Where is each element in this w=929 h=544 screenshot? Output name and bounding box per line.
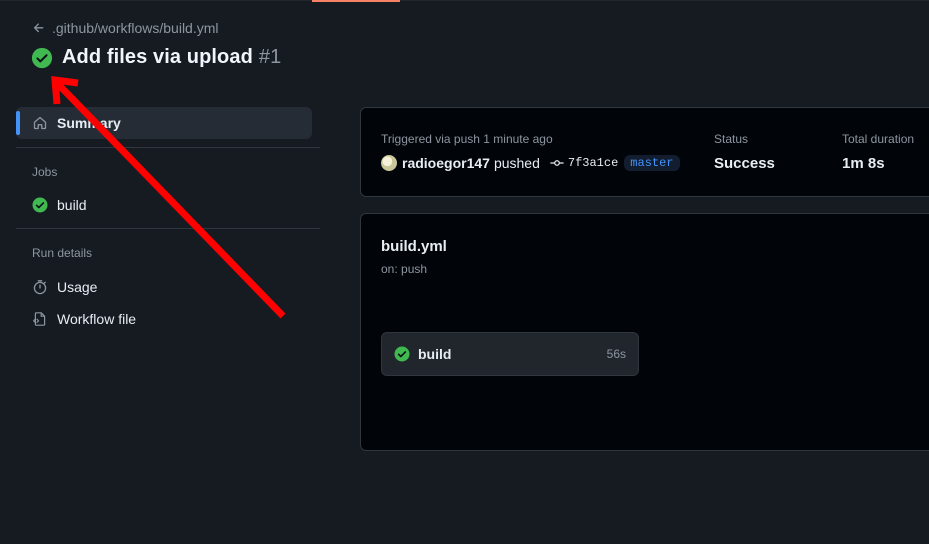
active-tab-underline bbox=[312, 0, 400, 2]
success-check-icon bbox=[31, 47, 53, 68]
trigger-text: Triggered via push 1 minute ago bbox=[381, 132, 553, 146]
sidebar-divider bbox=[16, 228, 320, 229]
git-commit-icon bbox=[550, 160, 564, 166]
sidebar-item-usage[interactable]: Usage bbox=[16, 278, 320, 296]
run-title: Add files via upload bbox=[62, 46, 253, 68]
job-duration: 56s bbox=[606, 347, 626, 361]
avatar[interactable] bbox=[381, 155, 397, 171]
breadcrumb[interactable]: .github/workflows/build.yml bbox=[32, 20, 219, 36]
stopwatch-icon bbox=[33, 280, 47, 295]
sidebar-item-workflow-file[interactable]: Workflow file bbox=[16, 310, 320, 328]
status-value: Success bbox=[714, 155, 775, 172]
actor-link[interactable]: radioegor147 bbox=[402, 155, 490, 171]
success-check-icon bbox=[32, 197, 48, 213]
sidebar-item-label: build bbox=[57, 197, 87, 213]
run-summary-card: Triggered via push 1 minute ago radioego… bbox=[360, 107, 929, 197]
sidebar-item-label: Summary bbox=[57, 115, 121, 131]
push-info: radioegor147 pushed 7f3a1ce master bbox=[381, 155, 680, 171]
duration-label: Total duration bbox=[842, 132, 915, 146]
workflow-trigger: on: push bbox=[381, 262, 428, 276]
workflow-graph-card: build.yml on: push build 56s bbox=[360, 213, 929, 451]
run-number: #1 bbox=[258, 46, 282, 68]
success-check-icon bbox=[394, 346, 410, 362]
page-title-row: Add files via upload #1 bbox=[31, 46, 281, 69]
arrow-left-icon bbox=[33, 23, 44, 33]
job-name: build bbox=[418, 346, 452, 362]
push-action-text: pushed bbox=[493, 155, 540, 171]
breadcrumb-path[interactable]: .github/workflows/build.yml bbox=[52, 20, 219, 36]
home-icon bbox=[33, 116, 47, 130]
sidebar-item-label: Workflow file bbox=[57, 311, 137, 327]
active-indicator bbox=[16, 111, 20, 135]
job-node-build[interactable]: build 56s bbox=[381, 332, 639, 376]
sidebar: Summary Jobs build Run details Usage Wor… bbox=[16, 107, 320, 328]
sidebar-item-summary[interactable]: Summary bbox=[16, 107, 312, 139]
run-details-heading: Run details bbox=[32, 246, 93, 260]
duration-value: 1m 8s bbox=[842, 155, 885, 172]
branch-badge[interactable]: master bbox=[624, 155, 680, 171]
status-label: Status bbox=[714, 132, 749, 146]
sidebar-item-build[interactable]: build bbox=[16, 196, 320, 214]
header-divider bbox=[0, 0, 929, 1]
commit-sha-link[interactable]: 7f3a1ce bbox=[568, 156, 618, 170]
page-title: Add files via upload #1 bbox=[62, 46, 281, 69]
sidebar-item-label: Usage bbox=[57, 279, 98, 295]
file-code-icon bbox=[33, 312, 46, 326]
jobs-heading: Jobs bbox=[32, 165, 58, 179]
sidebar-divider bbox=[16, 147, 320, 148]
workflow-file-name: build.yml bbox=[381, 238, 447, 255]
